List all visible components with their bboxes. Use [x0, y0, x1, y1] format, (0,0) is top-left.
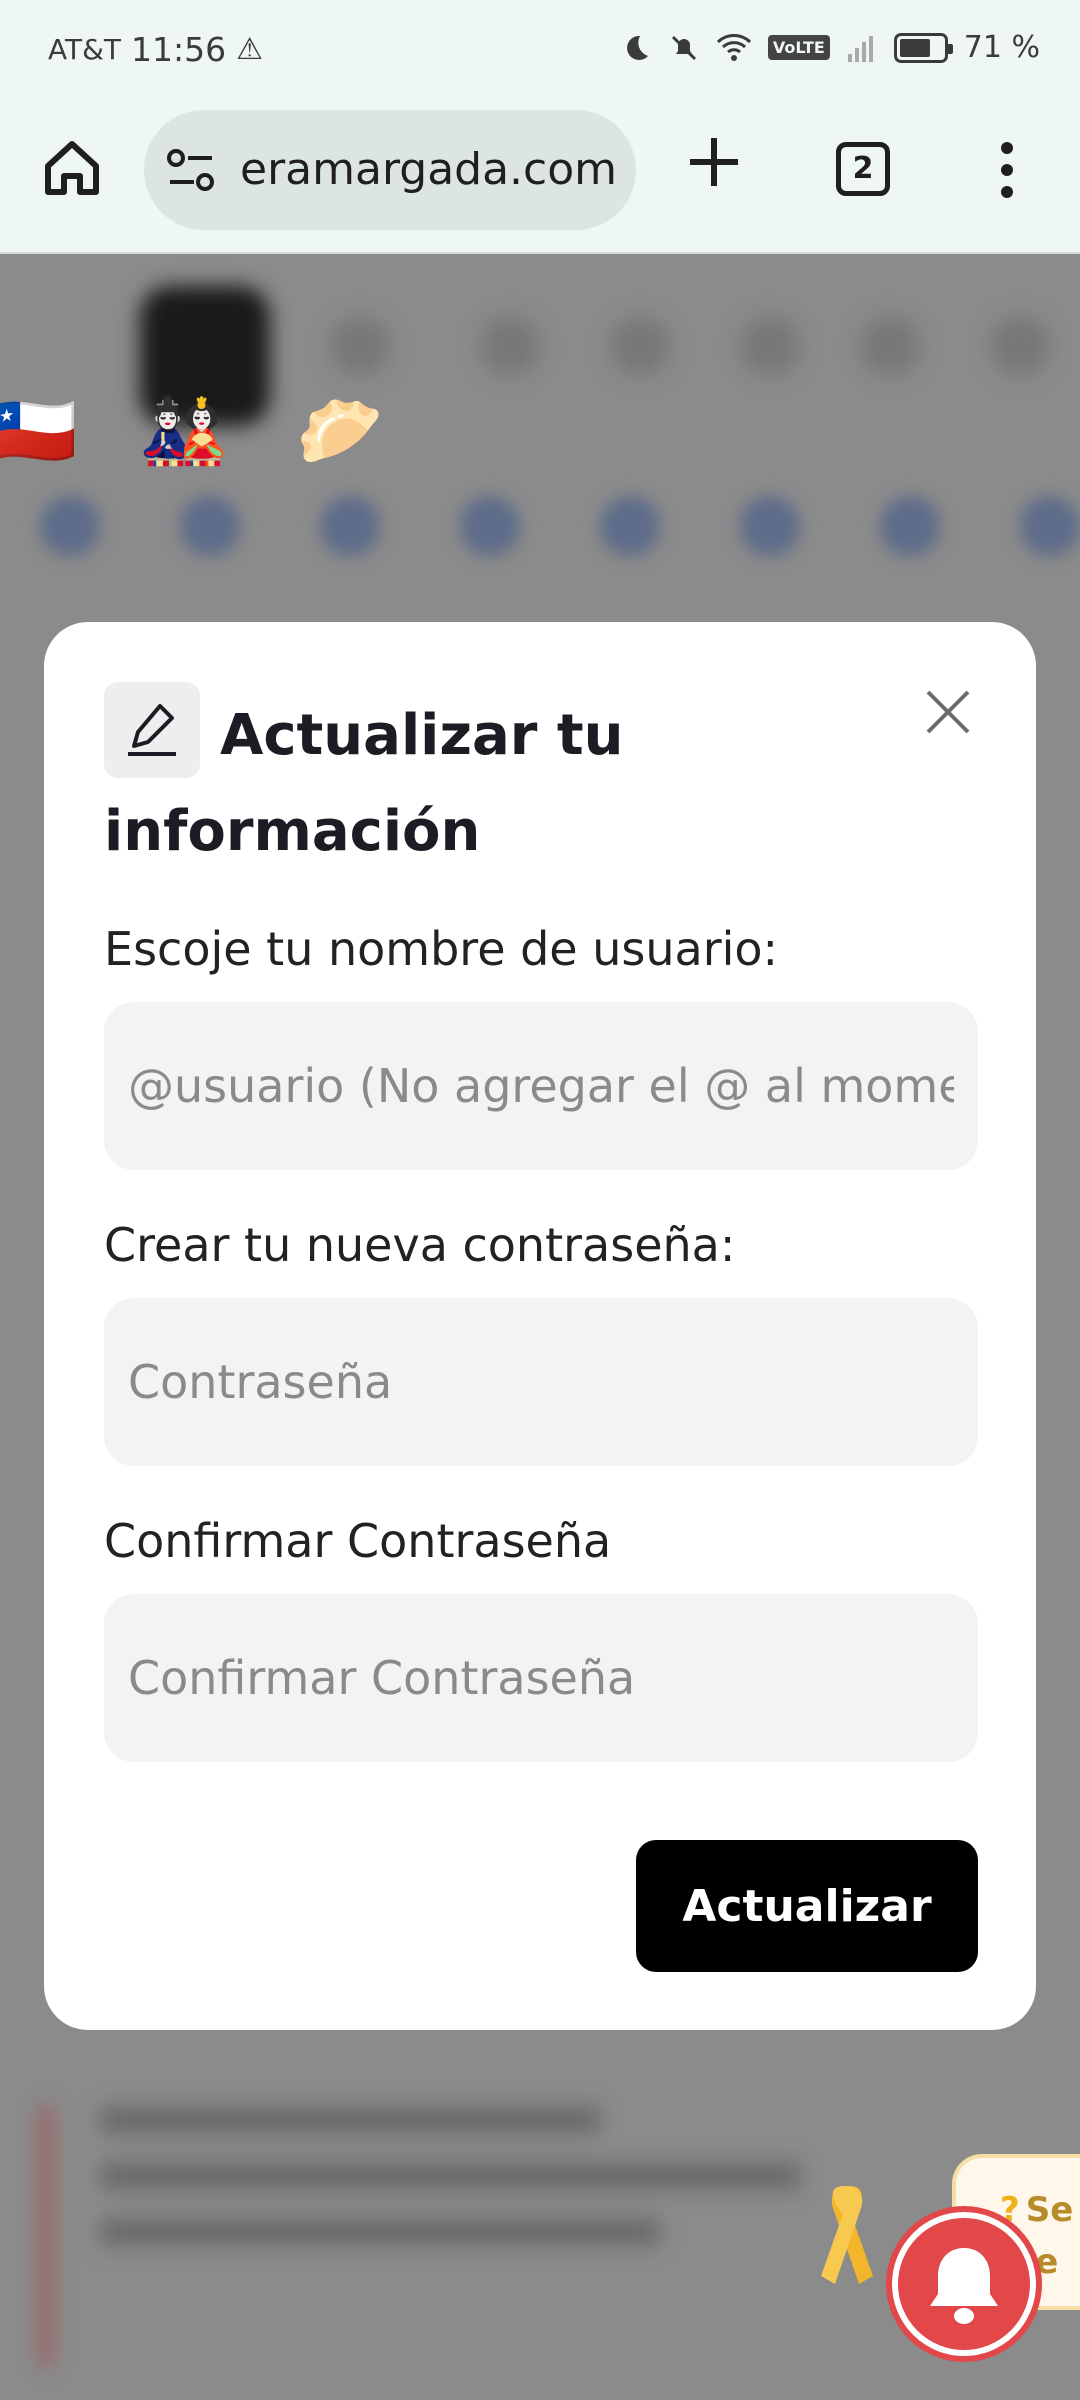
muted-bell-icon [671, 35, 696, 60]
signal-icon [847, 35, 873, 62]
volte-badge: VoLTE [767, 35, 830, 60]
dancers-emoji: 🎎 [140, 390, 228, 472]
confirm-password-field-wrapper [104, 1594, 978, 1762]
password-input[interactable] [104, 1298, 978, 1466]
blurred-line [100, 2218, 660, 2246]
tab-switcher-button[interactable]: 2 [836, 142, 890, 196]
notification-bell-button[interactable] [892, 2212, 1036, 2356]
blurred-item [180, 496, 240, 556]
blurred-strip [40, 496, 1080, 556]
blurred-dot [330, 316, 390, 376]
warning-icon: ⚠ [236, 32, 264, 67]
blurred-dot [610, 316, 670, 376]
blurred-dot [990, 316, 1050, 376]
blurred-dot [740, 316, 800, 376]
battery-fill [899, 38, 930, 57]
chile-flag-emoji: 🇨🇱 [0, 390, 78, 472]
menu-icon[interactable] [992, 140, 1022, 200]
help-text-line-1: Se [1025, 2190, 1074, 2230]
blurred-item [740, 496, 800, 556]
username-input[interactable] [104, 1002, 978, 1170]
empanada-emoji: 🥟 [296, 390, 384, 472]
password-label: Crear tu nueva contraseña: [104, 1218, 736, 1272]
blurred-accent-bar [40, 2106, 52, 2366]
blurred-dot [480, 316, 540, 376]
modal-title: Actualizar tu información [104, 703, 624, 864]
awareness-ribbon-icon [821, 2186, 873, 2284]
confirm-password-label: Confirmar Contraseña [104, 1514, 612, 1568]
blurred-item [1020, 496, 1080, 556]
clock: 11:56 [131, 30, 227, 69]
close-icon[interactable] [920, 684, 976, 740]
status-right: VoLTE 71 % [620, 30, 1040, 65]
blurred-line [100, 2162, 800, 2190]
username-label: Escoje tu nombre de usuario: [104, 922, 779, 976]
blurred-dot [860, 316, 920, 376]
blurred-item [880, 496, 940, 556]
battery-percent: 71 % [963, 30, 1040, 65]
address-bar[interactable]: eramargada.com [144, 110, 636, 230]
blurred-item [600, 496, 660, 556]
update-button[interactable]: Actualizar [636, 1840, 978, 1972]
url-text: eramargada.com [240, 144, 618, 195]
site-settings-icon[interactable] [166, 148, 216, 194]
blurred-item [320, 496, 380, 556]
status-left: AT&T 11:56 ⚠ [48, 30, 263, 69]
carrier-label: AT&T [48, 33, 122, 66]
status-bar: AT&T 11:56 ⚠ VoLTE 71 % [0, 0, 1080, 104]
confirm-password-input[interactable] [104, 1594, 978, 1762]
blurred-line [100, 2106, 600, 2134]
blurred-item [40, 496, 100, 556]
blurred-post-preview [40, 2106, 820, 2366]
update-info-modal: Actualizar tu información Escoje tu nomb… [44, 622, 1036, 2030]
new-tab-icon[interactable] [686, 134, 742, 190]
username-field-wrapper [104, 1002, 978, 1170]
do-not-disturb-moon-icon [626, 35, 648, 60]
battery-icon [893, 32, 953, 63]
browser-toolbar: eramargada.com 2 [0, 104, 1080, 254]
bell-icon [930, 2248, 998, 2324]
password-field-wrapper [104, 1298, 978, 1466]
wifi-icon [716, 33, 751, 61]
home-icon[interactable] [40, 136, 104, 200]
blurred-item [460, 496, 520, 556]
